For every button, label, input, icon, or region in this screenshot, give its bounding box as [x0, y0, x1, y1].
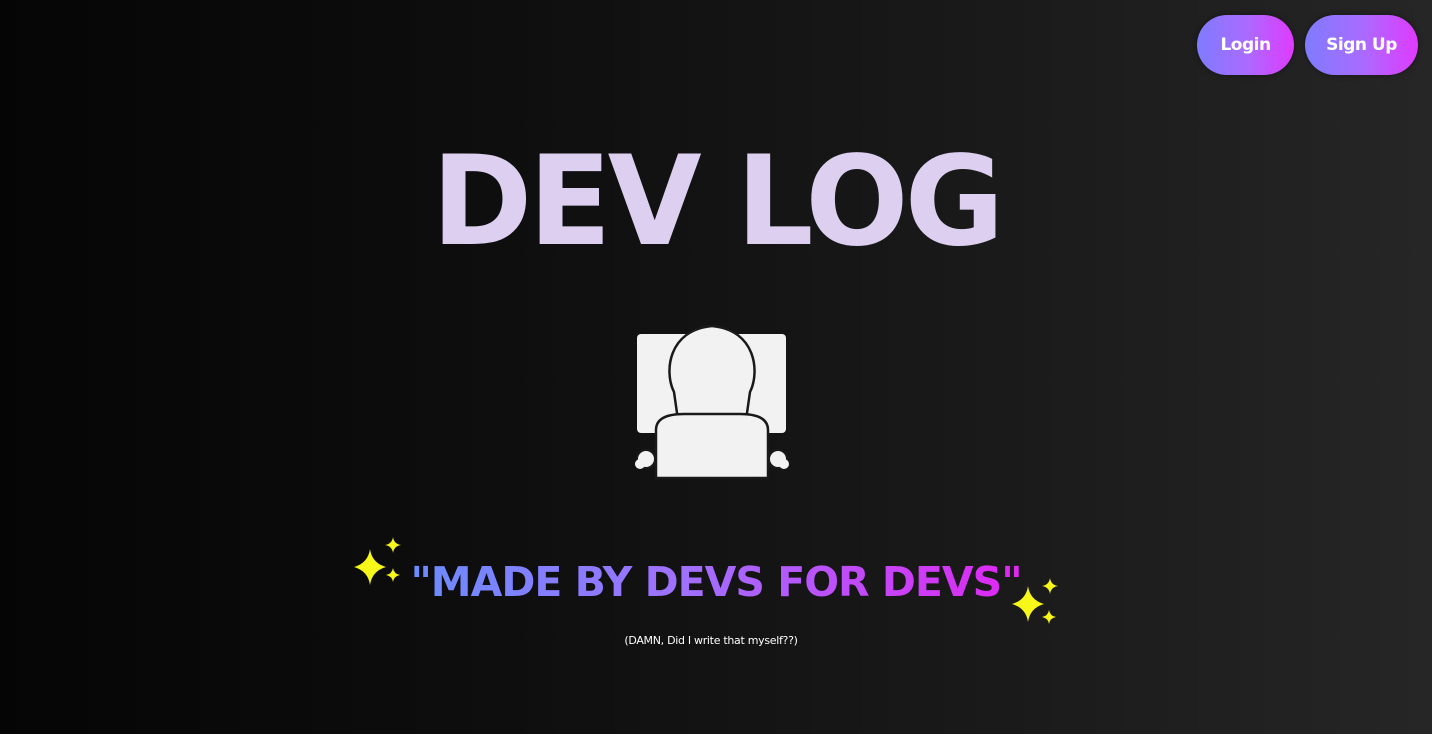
sparkles-icon — [1012, 578, 1058, 624]
tagline: "MADE BY DEVS FOR DEVS" — [410, 558, 1022, 606]
developer-at-laptop-icon — [634, 322, 790, 480]
signup-button[interactable]: Sign Up — [1305, 15, 1418, 75]
page-title: DEV LOG — [431, 130, 1005, 274]
subtext: (DAMN, Did I write that myself??) — [624, 634, 798, 647]
tagline-row: "MADE BY DEVS FOR DEVS" — [0, 530, 1432, 640]
login-button[interactable]: Login — [1197, 15, 1294, 75]
auth-nav: Login Sign Up — [1197, 15, 1418, 75]
